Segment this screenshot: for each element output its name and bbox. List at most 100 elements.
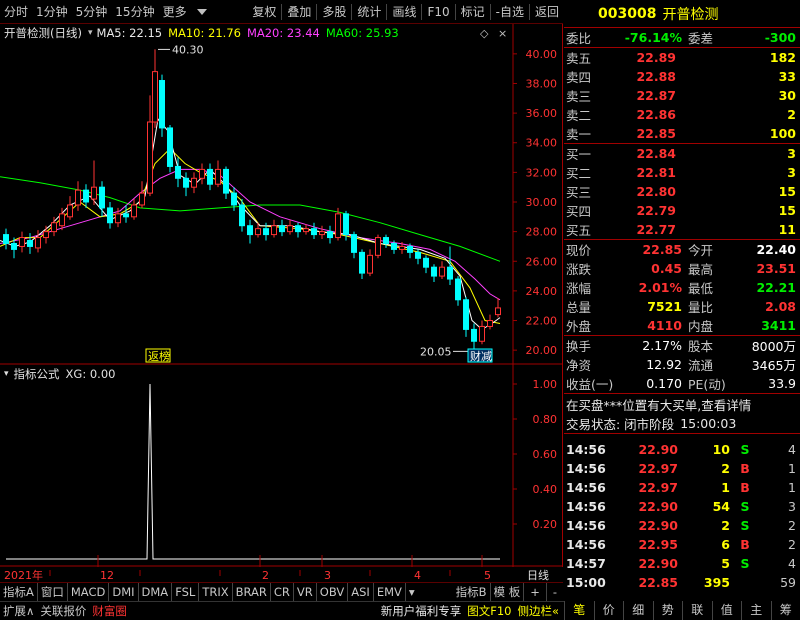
statistics-button[interactable]: 统计 xyxy=(353,0,385,24)
kline-chart[interactable]: 40.00 38.00 36.00 34.00 32.00 30.00 28.00 26.00… xyxy=(0,24,563,582)
order-row[interactable]: 买一 22.84 3 xyxy=(564,144,800,163)
panel-tab[interactable]: 价 xyxy=(593,601,624,620)
back-button[interactable]: 返回 xyxy=(531,0,563,24)
order-row[interactable]: 买三 22.80 15 xyxy=(564,182,800,201)
period-label[interactable]: 日线 xyxy=(527,568,549,582)
tab-dmi[interactable]: DMI xyxy=(109,582,139,601)
related-quotes-button[interactable]: 关联报价 xyxy=(37,602,89,620)
order-row[interactable]: 买五 22.77 11 xyxy=(564,220,800,239)
tab-obv[interactable]: OBV xyxy=(317,582,349,601)
divider xyxy=(281,3,283,20)
chevron-down-icon[interactable]: ▾ xyxy=(406,583,418,601)
tick-row: 14:56 22.97 1 B 1 xyxy=(564,478,800,497)
candle-down xyxy=(415,251,421,259)
overlay-button[interactable]: 叠加 xyxy=(283,0,315,24)
panel-tab[interactable]: 主 xyxy=(741,601,771,620)
tab-15min[interactable]: 15分钟 xyxy=(111,0,158,24)
tab-brar[interactable]: BRAR xyxy=(233,582,271,601)
candle-up xyxy=(43,231,49,239)
tab-intraday[interactable]: 分时 xyxy=(0,0,32,24)
tab-cr[interactable]: CR xyxy=(271,582,294,601)
order-row[interactable]: 卖四 22.88 33 xyxy=(564,67,800,86)
candle-down xyxy=(471,328,477,342)
candle-up xyxy=(215,168,221,185)
order-volume: 11 xyxy=(778,222,796,237)
indicator-y-tick-label: 1.00 xyxy=(533,378,558,391)
order-level-label: 买五 xyxy=(566,223,592,238)
panel-tab[interactable]: 联 xyxy=(682,601,712,620)
y-tick-label: 24.00 xyxy=(526,285,558,298)
marker-label[interactable]: 返榜 xyxy=(148,349,170,363)
order-row[interactable]: 买二 22.81 3 xyxy=(564,163,800,182)
order-row[interactable]: 买四 22.79 15 xyxy=(564,201,800,220)
tab-asi[interactable]: ASI xyxy=(348,582,374,601)
notice-text[interactable]: 在买盘***位置有大买单,查看详情 xyxy=(566,395,751,414)
quote-label: 内盘 xyxy=(688,319,714,334)
draw-line-button[interactable]: 画线 xyxy=(388,0,420,24)
marker-label[interactable]: 财减 xyxy=(470,349,492,363)
order-volume: 15 xyxy=(778,203,796,218)
tick-volume: 2 xyxy=(721,518,730,533)
mark-button[interactable]: 标记 xyxy=(457,0,489,24)
tab-indicator-a[interactable]: 指标A xyxy=(0,582,38,601)
quote-value: 7521 xyxy=(647,299,682,314)
kline-chart-area[interactable]: 40.00 38.00 36.00 34.00 32.00 30.00 28.00 26.00… xyxy=(0,24,563,582)
tick-price: 22.85 xyxy=(638,575,678,590)
tab-5min[interactable]: 5分钟 xyxy=(72,0,112,24)
tick-count: 3 xyxy=(788,499,796,514)
zoom-in-button[interactable]: + xyxy=(524,582,547,601)
candle-down xyxy=(343,213,349,236)
y-tick-label: 40.00 xyxy=(526,48,558,61)
tab-1min[interactable]: 1分钟 xyxy=(32,0,72,24)
candle-up xyxy=(139,192,145,206)
candle-down xyxy=(383,237,389,244)
order-row[interactable]: 卖三 22.87 30 xyxy=(564,86,800,105)
tick-list[interactable]: 14:56 22.90 10 S 4 14:56 22.97 2 B 1 14:56 22.97 1 B 1… xyxy=(564,434,800,592)
panel-tab[interactable]: 细 xyxy=(623,601,653,620)
dropdown-icon[interactable]: ▾ xyxy=(4,369,9,379)
close-icon[interactable]: × xyxy=(498,27,507,40)
tab-dma[interactable]: DMA xyxy=(139,582,173,601)
dropdown-icon[interactable]: ▾ xyxy=(88,28,93,38)
wealth-circle-button[interactable]: 财富圈 xyxy=(89,602,130,620)
tab-more[interactable]: 更多 xyxy=(159,0,191,24)
tab-fsl[interactable]: FSL xyxy=(172,582,200,601)
tab-indicator-b[interactable]: 指标B xyxy=(453,582,491,601)
panel-tab[interactable]: 筹 xyxy=(770,601,800,620)
tab-vr[interactable]: VR xyxy=(294,582,317,601)
quote-row: 涨幅 2.01% 最低 22.21 xyxy=(564,278,800,297)
candle-up xyxy=(75,189,81,206)
f10-button[interactable]: F10 xyxy=(423,0,453,24)
y-tick-label: 34.00 xyxy=(526,137,558,150)
buy-orders: 买一 22.84 3 买二 22.81 3 买三 22.80 15 买四 22.79 15 买五 22.7… xyxy=(564,144,800,240)
tab-trix[interactable]: TRIX xyxy=(199,582,233,601)
candle-down xyxy=(431,266,437,277)
chevron-down-icon[interactable] xyxy=(196,8,207,15)
tick-side: B xyxy=(740,461,750,476)
multi-stock-button[interactable]: 多股 xyxy=(318,0,350,24)
order-row[interactable]: 卖五 22.89 182 xyxy=(564,48,800,67)
adjust-button[interactable]: 复权 xyxy=(248,0,280,24)
new-user-benefit-link[interactable]: 新用户福利专享 xyxy=(378,602,465,620)
panel-tab[interactable]: 势 xyxy=(652,601,683,620)
graphic-f10-button[interactable]: 图文F10 xyxy=(464,602,514,620)
order-row[interactable]: 卖二 22.86 2 xyxy=(564,105,800,124)
order-row[interactable]: 卖一 22.85 100 xyxy=(564,124,800,143)
diamond-icon[interactable]: ◇ xyxy=(480,27,489,40)
expand-button[interactable]: 扩展∧ xyxy=(0,602,37,620)
remove-watchlist-button[interactable]: -自选 xyxy=(492,0,528,24)
quote-label: 最高 xyxy=(688,262,714,277)
panel-tab[interactable]: 笔 xyxy=(564,601,594,620)
sidebar-toggle-button[interactable]: 侧边栏« xyxy=(514,602,562,620)
tab-window[interactable]: 窗口 xyxy=(38,582,68,601)
y-tick-label: 36.00 xyxy=(526,107,558,120)
tab-macd[interactable]: MACD xyxy=(68,582,110,601)
big-order-notice[interactable]: 在买盘***位置有大买单,查看详情 xyxy=(564,394,800,414)
zoom-out-button[interactable]: - xyxy=(547,583,563,601)
panel-tab[interactable]: 值 xyxy=(711,601,742,620)
indicator-y-tick-label: 0.60 xyxy=(533,448,558,461)
order-volume: 182 xyxy=(769,50,796,65)
tab-emv[interactable]: EMV xyxy=(374,582,406,601)
candle-down xyxy=(167,127,173,167)
tab-template[interactable]: 模 板 xyxy=(491,582,525,601)
